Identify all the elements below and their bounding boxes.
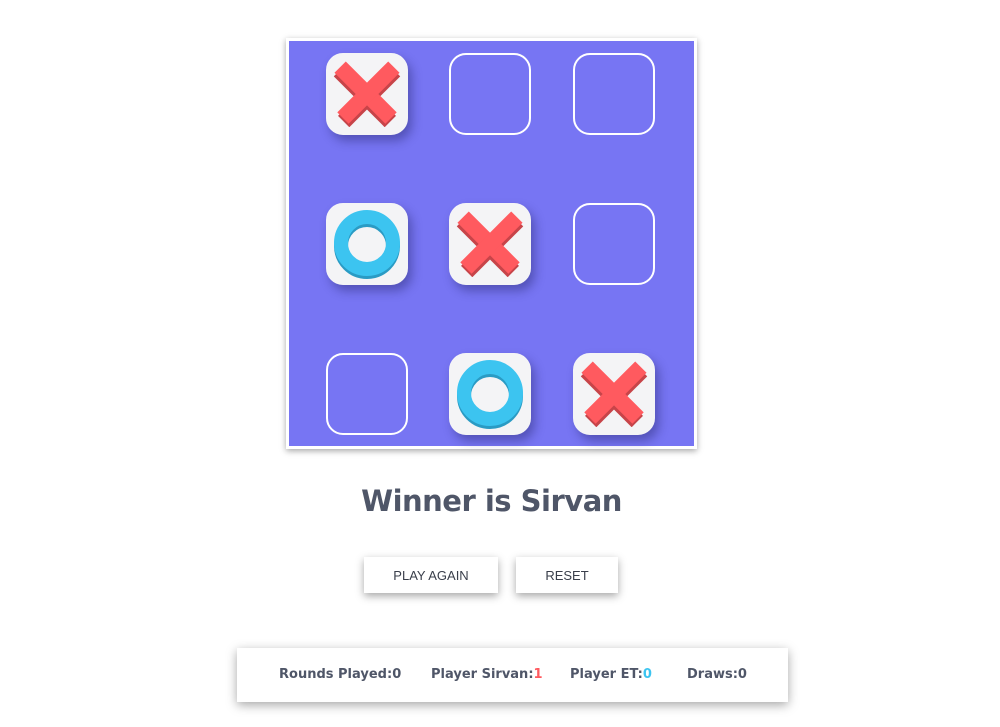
draws-value: 0 — [737, 667, 747, 682]
o-mark-icon — [457, 360, 523, 429]
play-again-button[interactable]: PLAY AGAIN — [364, 557, 498, 593]
player-et-stat: Player ET:0 — [570, 667, 652, 682]
game-board — [286, 38, 697, 449]
rounds-played-label: Rounds Played: — [279, 667, 393, 682]
scoreboard: Rounds Played:0 Player Sirvan:1 Player E… — [237, 648, 788, 702]
player-sirvan-score: 1 — [533, 667, 543, 682]
o-mark-icon — [334, 210, 400, 279]
draws-stat: Draws:0 — [687, 667, 747, 682]
board-cell-3[interactable] — [573, 53, 655, 135]
x-mark-icon — [580, 361, 648, 427]
x-mark-icon — [456, 211, 524, 277]
board-cell-4[interactable] — [326, 203, 408, 285]
board-cell-8[interactable] — [449, 353, 531, 435]
rounds-played-value: 0 — [392, 667, 402, 682]
board-cell-2[interactable] — [449, 53, 531, 135]
game-page: Winner is Sirvan PLAY AGAIN RESET Rounds… — [0, 0, 1000, 727]
player-sirvan-label: Player Sirvan: — [431, 667, 534, 682]
board-cell-7[interactable] — [326, 353, 408, 435]
player-et-label: Player ET: — [570, 667, 643, 682]
rounds-played-stat: Rounds Played:0 — [279, 667, 401, 682]
board-cell-6[interactable] — [573, 203, 655, 285]
reset-button[interactable]: RESET — [516, 557, 618, 593]
x-mark-icon — [333, 61, 401, 127]
draws-label: Draws: — [687, 667, 738, 682]
winner-message: Winner is Sirvan — [361, 484, 622, 518]
board-cell-1[interactable] — [326, 53, 408, 135]
player-sirvan-stat: Player Sirvan:1 — [431, 667, 543, 682]
board-cell-5[interactable] — [449, 203, 531, 285]
board-cell-9[interactable] — [573, 353, 655, 435]
player-et-score: 0 — [642, 667, 652, 682]
